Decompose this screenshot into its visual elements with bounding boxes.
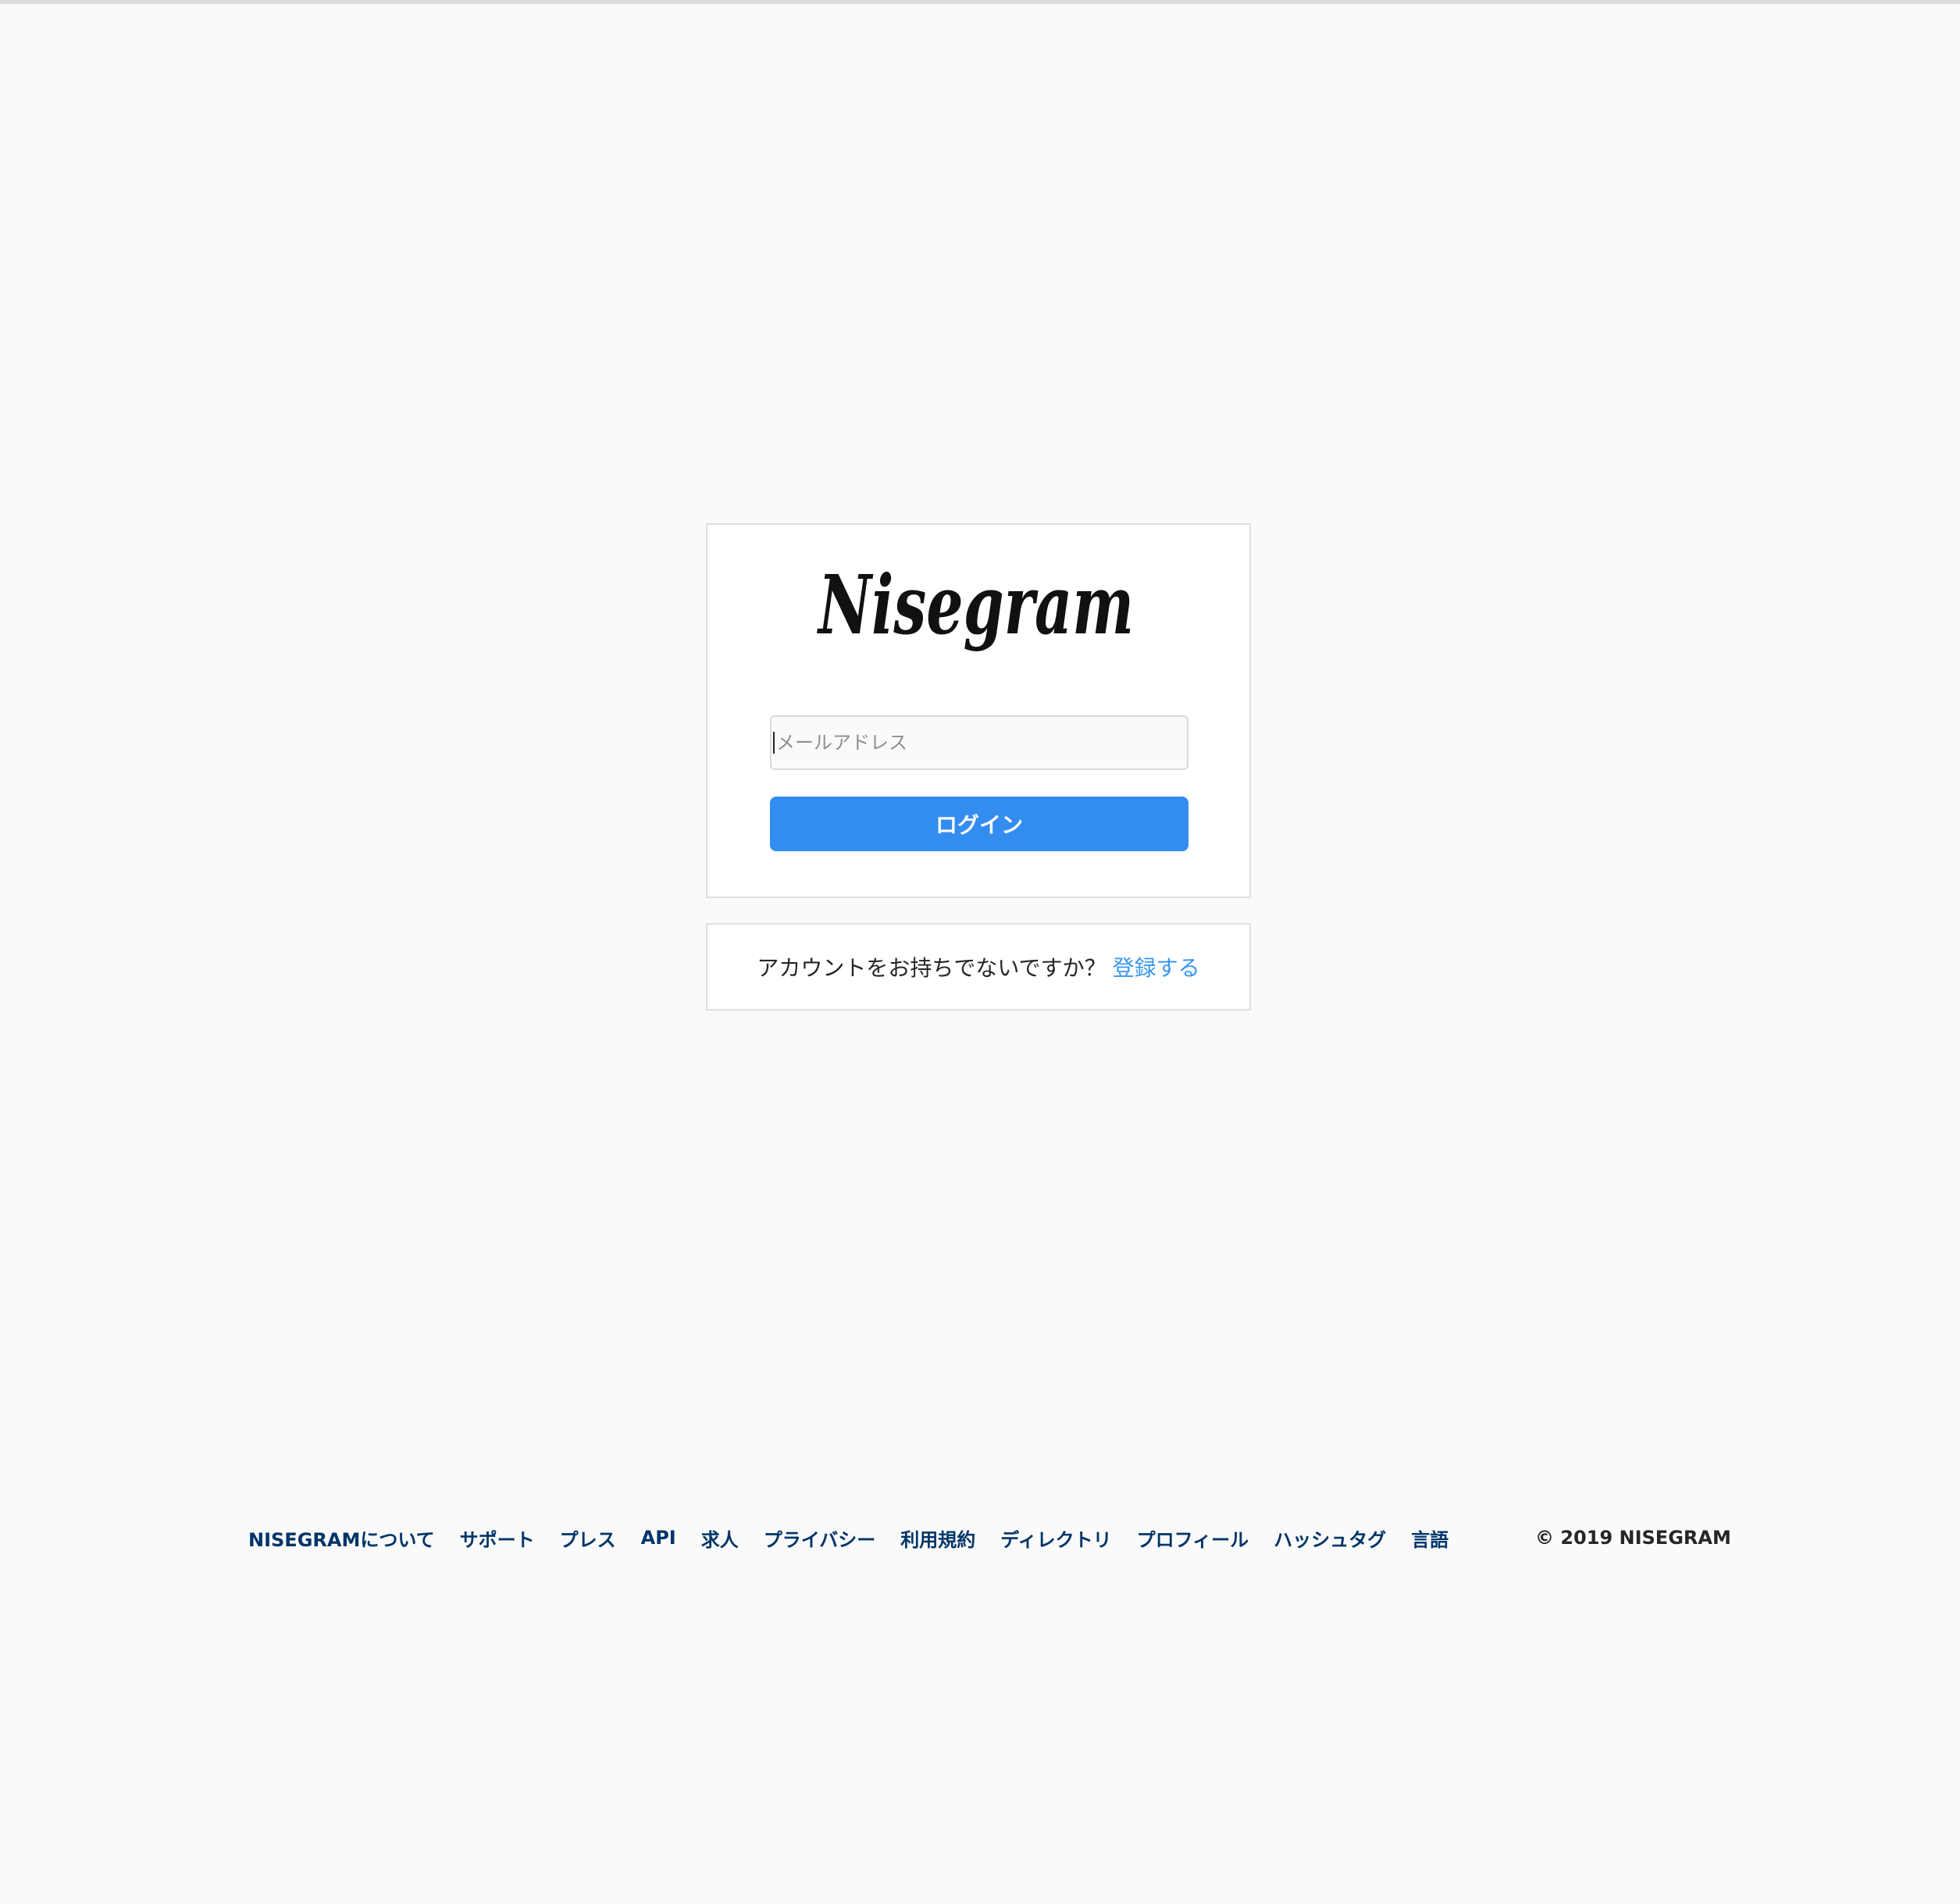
footer-link-support[interactable]: サポート <box>460 1524 535 1552</box>
window-top-border <box>0 0 1960 4</box>
signup-link[interactable]: 登録する <box>1113 951 1200 982</box>
footer-link-privacy[interactable]: プライバシー <box>764 1524 876 1552</box>
text-caret <box>773 732 775 754</box>
footer-link-profiles[interactable]: プロフィール <box>1137 1524 1249 1552</box>
footer-link-press[interactable]: プレス <box>560 1524 616 1552</box>
footer-link-api[interactable]: API <box>641 1527 676 1549</box>
signup-prompt: アカウントをお持ちでないですか？ <box>757 955 1107 981</box>
footer-link-terms[interactable]: 利用規約 <box>900 1524 975 1552</box>
login-button[interactable]: ログイン <box>770 797 1188 851</box>
footer-link-hashtags[interactable]: ハッシュタグ <box>1274 1524 1386 1552</box>
nisegram-logo: Nisegram <box>817 557 1134 653</box>
footer-link-language[interactable]: 言語 <box>1411 1524 1449 1552</box>
footer-link-jobs[interactable]: 求人 <box>701 1524 739 1552</box>
logo-text: Nisegram <box>817 557 1134 653</box>
footer-link-directory[interactable]: ディレクトリ <box>1000 1524 1111 1552</box>
email-field[interactable] <box>770 715 1188 770</box>
copyright: © 2019 NISEGRAM <box>1535 1527 1731 1549</box>
footer-nav: NISEGRAMについて サポート プレス API 求人 プライバシー 利用規約… <box>248 1522 1449 1553</box>
signup-card: アカウントをお持ちでないですか？ 登録する <box>706 923 1251 1011</box>
footer-link-about[interactable]: NISEGRAMについて <box>248 1524 435 1552</box>
